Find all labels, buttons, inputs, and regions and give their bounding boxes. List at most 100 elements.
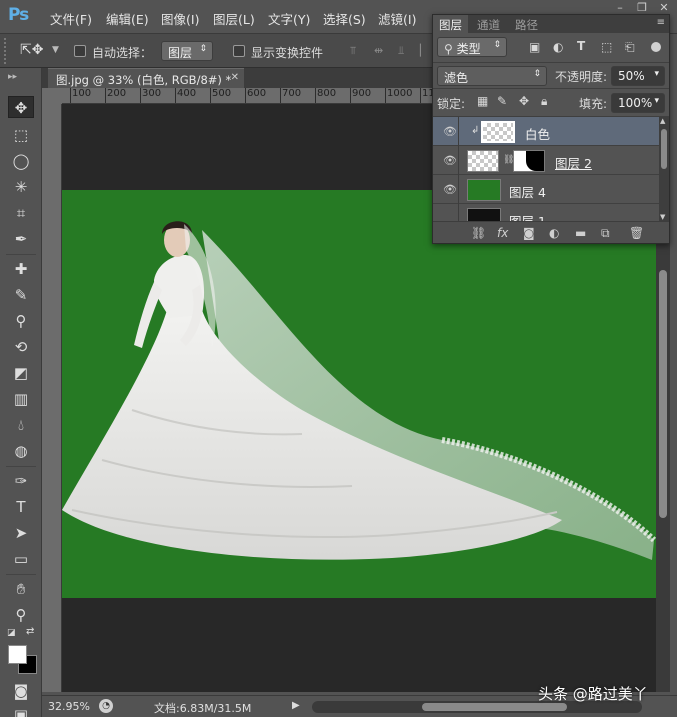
mask-icon[interactable]: ◙ xyxy=(523,226,535,240)
fill-field[interactable]: 100% ▾ xyxy=(611,93,665,113)
status-menu-arrow-icon[interactable]: ▶ xyxy=(292,700,300,711)
eraser-tool-icon[interactable]: ◩ xyxy=(8,362,34,384)
layer-name[interactable]: 图层 4 xyxy=(509,182,546,201)
layer-row-layer-4[interactable]: 👁︎ 图层 4 xyxy=(433,175,659,204)
close-tab-icon[interactable]: ✕ xyxy=(231,72,239,83)
menu-layer[interactable]: 图层(L) xyxy=(213,9,255,28)
zoom-level[interactable]: 32.95% xyxy=(48,700,90,713)
pen-tool-icon[interactable]: ✑ xyxy=(8,470,34,492)
layer-row-layer-2[interactable]: 👁︎ ⛓ 图层 2 xyxy=(433,146,659,175)
vertical-scroll-thumb[interactable] xyxy=(659,270,667,518)
gradient-tool-icon[interactable]: ▥ xyxy=(8,388,34,410)
opacity-field[interactable]: 50% ▾ xyxy=(611,66,665,86)
close-window-button[interactable]: ✕ xyxy=(656,2,672,14)
smart-object-filter-icon[interactable]: ⎗ xyxy=(625,40,635,55)
fx-icon[interactable]: fx xyxy=(497,226,508,240)
tab-layers[interactable]: 图层 xyxy=(433,15,468,33)
menu-image[interactable]: 图像(I) xyxy=(161,9,199,28)
zoom-tool-icon[interactable]: ⚲ xyxy=(8,604,34,626)
show-transform-label: 显示变换控件 xyxy=(251,46,324,60)
tab-channels[interactable]: 通道 xyxy=(471,15,506,33)
brush-tool-icon[interactable]: ✎ xyxy=(8,284,34,306)
visibility-toggle[interactable]: 👁︎ xyxy=(435,146,459,175)
history-brush-tool-icon[interactable]: ⟲ xyxy=(8,336,34,358)
align-top-icon[interactable]: ⫪ xyxy=(350,44,364,58)
link-icon[interactable]: ⛓ xyxy=(471,226,486,240)
quick-mask-icon[interactable]: ◙ xyxy=(8,680,34,702)
eyedropper-tool-icon[interactable]: ✒ xyxy=(8,228,34,250)
auto-select-target-dropdown[interactable]: 图层 ⇕ xyxy=(161,41,213,61)
new-layer-icon[interactable]: ⧉ xyxy=(601,226,610,241)
tab-paths[interactable]: 路径 xyxy=(509,15,544,33)
default-colors-icon[interactable]: ◪ xyxy=(7,628,16,638)
magic-wand-tool-icon[interactable]: ✳ xyxy=(8,176,34,198)
menu-type[interactable]: 文字(Y) xyxy=(268,9,310,28)
screen-mode-icon[interactable]: ▣ xyxy=(8,704,34,717)
ruler-origin[interactable] xyxy=(42,88,62,104)
dodge-tool-icon[interactable]: ◍ xyxy=(8,440,34,462)
marquee-tool-icon[interactable]: ⬚ xyxy=(8,124,34,146)
visibility-toggle[interactable] xyxy=(435,204,459,221)
layer-filter-dropdown[interactable]: ⚲ 类型 ⇕ xyxy=(437,37,507,57)
visibility-toggle[interactable]: 👁︎ xyxy=(435,175,459,204)
lock-transparency-icon[interactable]: ▦ xyxy=(477,94,488,108)
adjustment-filter-icon[interactable]: ◐ xyxy=(553,40,563,54)
scroll-down-icon[interactable]: ▼ xyxy=(660,213,665,221)
menu-edit[interactable]: 编辑(E) xyxy=(106,9,149,28)
align-bottom-icon[interactable]: ⫫ xyxy=(398,44,412,58)
clone-stamp-tool-icon[interactable]: ⚲ xyxy=(8,310,34,332)
type-tool-icon[interactable]: T xyxy=(8,496,34,518)
restore-button[interactable]: ❐ xyxy=(634,2,650,14)
align-vcenter-icon[interactable]: ⇹ xyxy=(374,44,388,58)
filter-toggle-icon[interactable] xyxy=(651,42,661,52)
panel-menu-icon[interactable]: ≡ xyxy=(657,17,665,28)
layer-name[interactable]: 图层 1 xyxy=(509,211,546,221)
ruler-tick-label: 1100 xyxy=(422,88,432,99)
document-canvas[interactable] xyxy=(62,190,656,598)
visibility-toggle[interactable]: 👁︎ xyxy=(435,117,459,146)
move-tool-icon[interactable]: ✥ xyxy=(8,96,34,118)
crop-tool-icon[interactable]: ⌗ xyxy=(8,202,34,224)
lock-all-icon[interactable]: 🔒︎ xyxy=(541,94,547,109)
path-selection-tool-icon[interactable]: ➤ xyxy=(8,522,34,544)
document-tab[interactable]: 图.jpg @ 33% (白色, RGB/8#) * ✕ xyxy=(48,68,244,88)
horizontal-ruler[interactable]: 100 200 300 400 500 600 700 800 900 1000 1100 xyxy=(62,88,432,104)
scroll-up-icon[interactable]: ▲ xyxy=(660,117,665,125)
type-filter-icon[interactable]: T xyxy=(577,39,585,53)
move-tool-icon[interactable]: ⇱✥ xyxy=(20,42,43,58)
blend-mode-dropdown[interactable]: 滤色 ⇕ xyxy=(437,66,547,86)
chevron-down-icon[interactable]: ▼ xyxy=(52,45,59,55)
shape-filter-icon[interactable]: ⬚ xyxy=(601,40,612,54)
layer-mask-thumbnail[interactable] xyxy=(513,150,545,172)
layer-row-layer-1[interactable]: 图层 1 xyxy=(433,204,659,221)
lasso-tool-icon[interactable]: ◯ xyxy=(8,150,34,172)
trash-icon[interactable]: 🗑︎ xyxy=(629,226,644,240)
status-info-icon[interactable]: ◔ xyxy=(99,699,113,713)
layers-scroll-thumb[interactable] xyxy=(661,129,667,169)
options-grip[interactable] xyxy=(4,38,7,64)
layer-row-white[interactable]: 👁︎ ↲ 白色 xyxy=(433,117,659,146)
auto-select-checkbox[interactable] xyxy=(74,45,86,57)
layers-scrollbar[interactable]: ▲ ▼ xyxy=(659,117,669,221)
collapse-toolbar-icon[interactable]: ▸▸ xyxy=(8,72,17,82)
show-transform-checkbox[interactable] xyxy=(233,45,245,57)
layer-name[interactable]: 图层 2 xyxy=(555,153,592,172)
vertical-ruler[interactable] xyxy=(42,104,62,692)
healing-brush-tool-icon[interactable]: ✚ xyxy=(8,258,34,280)
group-folder-icon[interactable]: ▬ xyxy=(575,226,586,240)
menu-file[interactable]: 文件(F) xyxy=(50,9,92,28)
pixel-filter-icon[interactable]: ▣ xyxy=(529,40,540,54)
blur-tool-icon[interactable]: 💧︎ xyxy=(8,414,34,436)
swap-colors-icon[interactable]: ⇄ xyxy=(26,626,34,637)
menu-filter[interactable]: 滤镜(I) xyxy=(378,9,416,28)
adjustment-icon[interactable]: ◐ xyxy=(549,226,559,240)
shape-tool-icon[interactable]: ▭ xyxy=(8,548,34,570)
hand-tool-icon[interactable]: ✋︎ xyxy=(8,578,34,600)
lock-pixels-icon[interactable]: ✎ xyxy=(497,94,507,108)
minimize-button[interactable]: – xyxy=(612,2,628,14)
lock-position-icon[interactable]: ✥ xyxy=(519,94,529,108)
foreground-color-swatch[interactable] xyxy=(8,645,27,664)
layer-name[interactable]: 白色 xyxy=(525,124,550,143)
horizontal-scroll-thumb[interactable] xyxy=(422,703,567,711)
menu-select[interactable]: 选择(S) xyxy=(323,9,366,28)
